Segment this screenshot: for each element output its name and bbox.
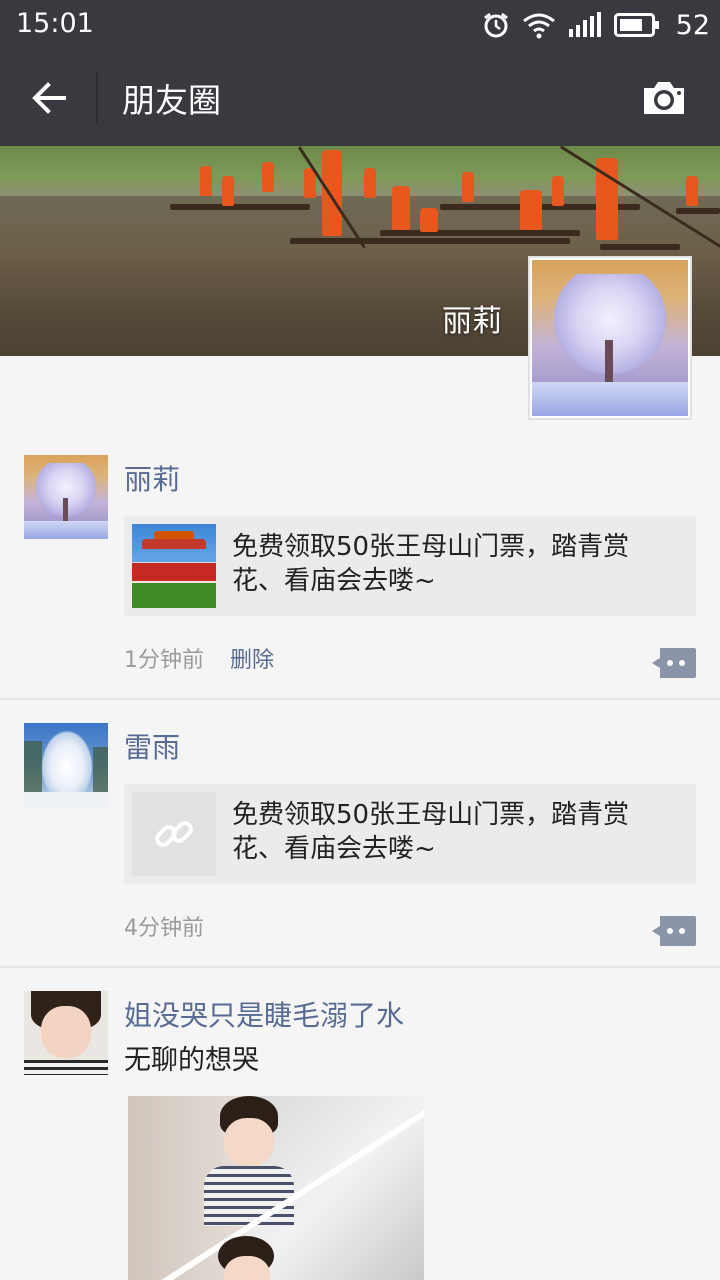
- comment-button[interactable]: [652, 648, 696, 678]
- camera-icon: [644, 82, 684, 114]
- raft: [170, 204, 310, 210]
- status-bar: 15:01 52: [0, 0, 720, 50]
- link-thumbnail: [132, 792, 216, 876]
- rafter-figure: [392, 186, 410, 230]
- post-username[interactable]: 雷雨: [124, 726, 180, 766]
- comment-dots-icon: [652, 916, 696, 946]
- post-divider: [0, 966, 720, 968]
- battery-icon: [613, 13, 659, 37]
- cover-owner-name: 丽莉: [442, 304, 502, 339]
- status-time: 15:01: [16, 8, 94, 39]
- rafter-figure: [552, 176, 564, 206]
- link-title: 免费领取50张王母山门票，踏青赏花、看庙会去喽~: [232, 532, 630, 596]
- rafter-figure: [222, 176, 234, 206]
- camera-button[interactable]: [640, 78, 688, 118]
- ice-sculpture-image: [24, 723, 108, 807]
- rafter-figure: [262, 162, 274, 192]
- rafter-figure: [462, 172, 474, 202]
- link-placeholder: [132, 792, 216, 876]
- comment-dots-icon: [652, 648, 696, 678]
- raft: [380, 230, 580, 236]
- post-photo[interactable]: [128, 1096, 424, 1280]
- status-icons: 52: [482, 8, 710, 42]
- title-bar: 朋友圈: [0, 50, 720, 146]
- delete-post-button[interactable]: 删除: [230, 642, 274, 674]
- rafter-figure: [420, 208, 438, 232]
- post-text: 无聊的想哭: [124, 1045, 259, 1076]
- rafter-figure: [686, 176, 698, 206]
- battery-level: 52: [675, 9, 710, 41]
- raft: [290, 238, 570, 244]
- alarm-icon: [483, 12, 508, 38]
- link-card[interactable]: 免费领取50张王母山门票，踏青赏花、看庙会去喽~: [124, 784, 696, 884]
- post-avatar[interactable]: [24, 455, 108, 539]
- link-card[interactable]: 免费领取50张王母山门票，踏青赏花、看庙会去喽~: [124, 516, 696, 616]
- title-separator: [96, 72, 98, 124]
- link-icon: [155, 821, 193, 847]
- post-username[interactable]: 丽莉: [124, 458, 180, 498]
- back-arrow-icon: [32, 82, 66, 114]
- post-avatar[interactable]: [24, 723, 108, 807]
- rafter-figure: [364, 168, 376, 198]
- snowy-tree-image: [24, 455, 108, 539]
- post-avatar[interactable]: [24, 991, 108, 1075]
- comment-button[interactable]: [652, 916, 696, 946]
- link-thumbnail: [132, 524, 216, 608]
- rafter-figure: [200, 166, 212, 196]
- wifi-icon: [522, 13, 555, 39]
- page-title: 朋友圈: [122, 81, 221, 120]
- profile-avatar[interactable]: [528, 256, 692, 420]
- temple-image: [132, 524, 216, 608]
- rafter-figure: [520, 190, 542, 230]
- link-title: 免费领取50张王母山门票，踏青赏花、看庙会去喽~: [232, 800, 630, 864]
- back-button[interactable]: [28, 76, 72, 120]
- raft: [676, 208, 720, 214]
- signal-icon: [568, 12, 601, 37]
- snowy-tree-image: [532, 260, 688, 416]
- raft: [600, 244, 680, 250]
- rafter-figure: [322, 150, 342, 236]
- post-divider: [0, 698, 720, 700]
- post-timestamp: 4分钟前: [124, 916, 204, 941]
- post-username[interactable]: 姐没哭只是睫毛溺了水: [124, 994, 404, 1034]
- post-timestamp: 1分钟前: [124, 648, 204, 673]
- portrait-image: [24, 991, 108, 1075]
